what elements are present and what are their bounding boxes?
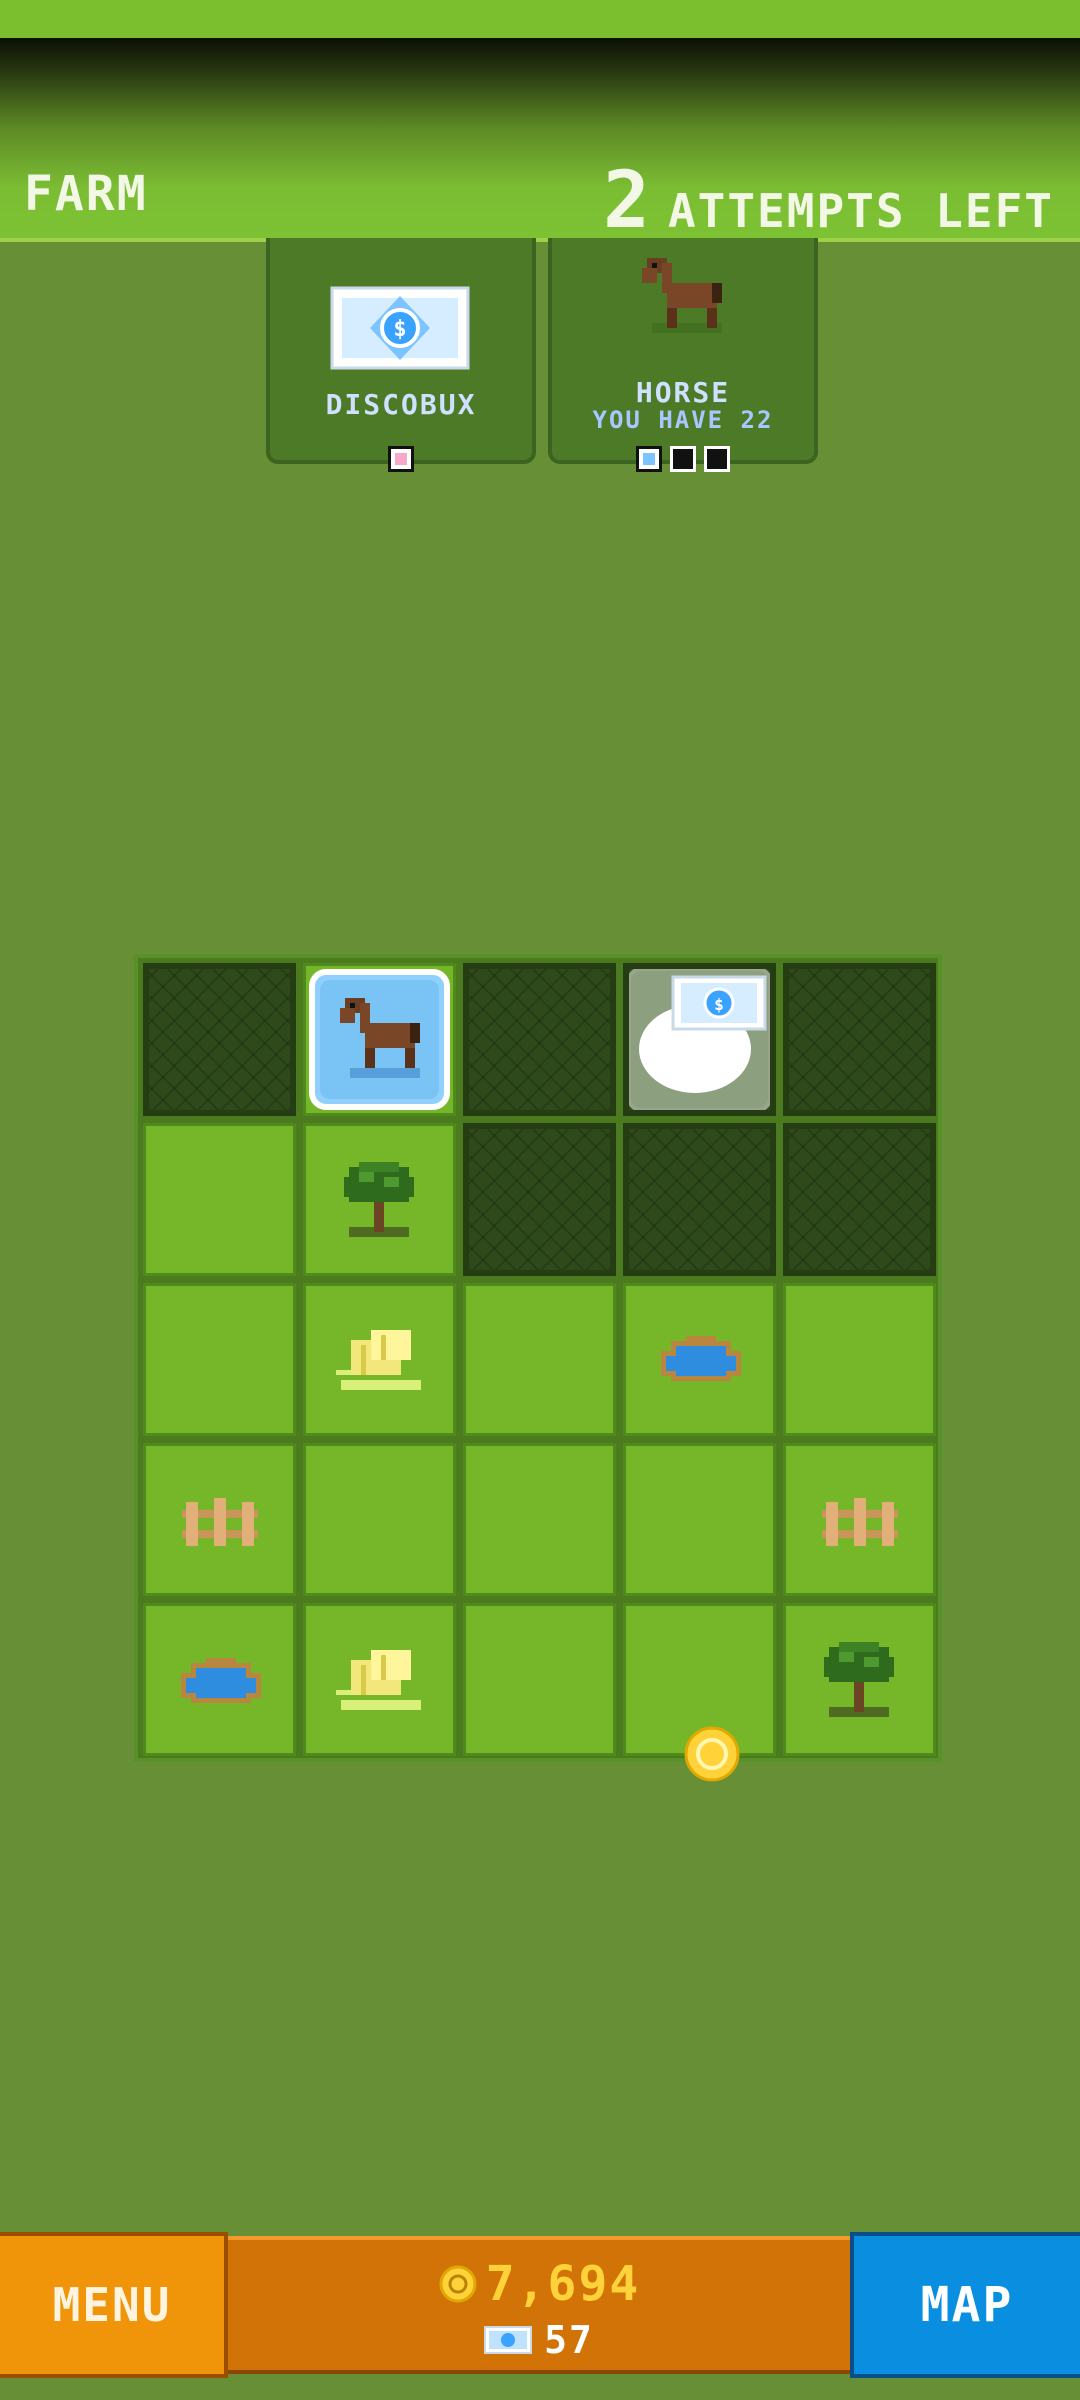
fence-icon — [182, 1498, 258, 1546]
progress-pip — [388, 446, 414, 472]
status-strip — [0, 0, 1080, 38]
goal-card-discobux[interactable]: $ DISCOBUX — [266, 238, 536, 472]
discobux-icon — [484, 2326, 533, 2354]
board-cell-grass[interactable] — [463, 1443, 616, 1596]
board-cell-locked[interactable] — [463, 1123, 616, 1276]
board-cell-grass[interactable] — [303, 1443, 456, 1596]
discobux-bill-icon: $ — [330, 286, 470, 370]
board-cell-locked[interactable] — [463, 963, 616, 1116]
coins-value: 7,694 — [485, 2256, 641, 2312]
board-cell-grass[interactable] — [783, 1283, 936, 1436]
board-cell-grass[interactable] — [463, 1283, 616, 1436]
goal-progress-discobux — [270, 446, 532, 472]
coin-pickup-icon[interactable] — [684, 1726, 740, 1782]
hay-bale-icon — [336, 1650, 421, 1710]
hay-bale-icon — [336, 1330, 421, 1390]
header-bar: FARM 2 ATTEMPTS LEFT — [0, 38, 1080, 246]
board-cell-pond[interactable] — [623, 1283, 776, 1436]
horse-icon — [340, 998, 420, 1078]
board-cell-locked[interactable] — [623, 1123, 776, 1276]
bottom-bar: MENU 7,694 57 MAP — [0, 2232, 1080, 2378]
pond-icon — [181, 1658, 261, 1703]
board-cell-locked[interactable] — [783, 963, 936, 1116]
svg-text:$: $ — [714, 995, 724, 1014]
attempts-counter: 2 ATTEMPTS LEFT — [603, 156, 1054, 246]
horse-icon — [642, 258, 722, 333]
currency-panel: 7,694 57 — [228, 2236, 850, 2374]
map-button[interactable]: MAP — [850, 2232, 1080, 2378]
board-cell-grass[interactable] — [143, 1123, 296, 1276]
pond-icon — [661, 1336, 741, 1381]
board-cell-grass[interactable] — [623, 1443, 776, 1596]
attempts-count: 2 — [603, 156, 652, 246]
discobux-row: 57 — [228, 2318, 850, 2362]
goal-card-horse[interactable]: HORSE YOU HAVE 22 — [548, 238, 818, 472]
goal-sub-horse: YOU HAVE 22 — [592, 406, 774, 434]
board-cell-fence[interactable] — [783, 1443, 936, 1596]
board-cell-horse[interactable] — [303, 963, 456, 1116]
board-cell-grass[interactable] — [463, 1603, 616, 1756]
tree-icon — [824, 1642, 894, 1717]
board-cell-hay[interactable] — [303, 1603, 456, 1756]
board-cell-pond[interactable] — [143, 1603, 296, 1756]
progress-pip — [670, 446, 696, 472]
board-cell-discobux-cloud[interactable]: $ — [623, 963, 776, 1116]
board-cell-hay[interactable] — [303, 1283, 456, 1436]
coin-icon — [439, 2265, 477, 2303]
svg-text:$: $ — [393, 317, 406, 342]
progress-pip — [636, 446, 662, 472]
tree-icon — [344, 1162, 414, 1237]
board-cell-fence[interactable] — [143, 1443, 296, 1596]
goal-progress-horse — [552, 446, 814, 472]
goal-title-horse: HORSE — [635, 376, 731, 409]
farm-board: $ — [134, 954, 942, 1762]
board-cell-tree[interactable] — [783, 1603, 936, 1756]
progress-pip — [704, 446, 730, 472]
menu-button[interactable]: MENU — [0, 2232, 228, 2378]
board-cell-locked[interactable] — [143, 963, 296, 1116]
fence-icon — [822, 1498, 898, 1546]
attempts-label: ATTEMPTS LEFT — [667, 184, 1054, 238]
board-cell-tree[interactable] — [303, 1123, 456, 1276]
board-cell-locked[interactable] — [783, 1123, 936, 1276]
board-cell-grass[interactable] — [143, 1283, 296, 1436]
discobux-value: 57 — [544, 2318, 594, 2362]
bottom-strip — [0, 2378, 1080, 2400]
coins-row: 7,694 — [228, 2256, 850, 2312]
level-name: FARM — [24, 166, 148, 222]
discobux-cloud-icon: $ — [629, 969, 770, 1110]
goal-title-discobux: DISCOBUX — [325, 388, 477, 421]
